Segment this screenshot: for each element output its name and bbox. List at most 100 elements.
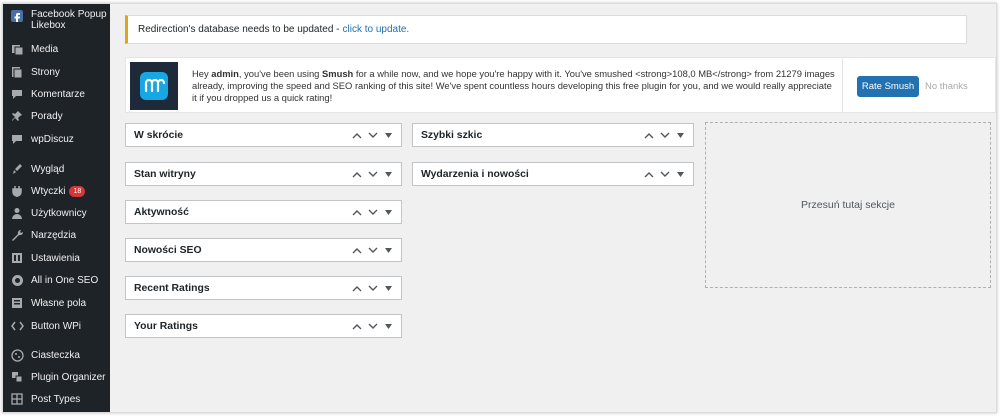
pin-icon <box>10 109 24 123</box>
sidebar-item-wpdiscuz[interactable]: wpDiscuz <box>3 129 110 149</box>
toggle-caret-icon[interactable] <box>383 169 394 180</box>
button-wpi-icon <box>10 319 24 333</box>
sidebar-item-cookies[interactable]: Ciasteczka <box>3 345 110 365</box>
widget-title: Your Ratings <box>134 320 198 332</box>
sidebar-item-label: wpDiscuz <box>31 133 74 145</box>
widget-activity: Aktywność <box>125 200 402 224</box>
sidebar-item-pages[interactable]: Strony <box>3 62 110 82</box>
pages-icon <box>10 65 24 79</box>
move-down-icon[interactable] <box>367 283 378 294</box>
sidebar-item-button-wpi[interactable]: Button WPi <box>3 316 110 336</box>
appearance-icon <box>10 162 24 176</box>
sidebar-item-label: Wtyczki <box>31 185 66 197</box>
sidebar-item-label: All in One SEO <box>31 274 99 286</box>
rate-smush-button[interactable]: Rate Smush <box>857 76 919 97</box>
sidebar-item-comments[interactable]: Komentarze <box>3 84 110 104</box>
sidebar-item-tools[interactable]: Narzędzia <box>3 225 110 245</box>
sidebar-item-label: Własne pola <box>31 297 87 309</box>
sidebar-item-aioseo[interactable]: All in One SEO <box>3 270 110 290</box>
users-icon <box>10 206 24 220</box>
move-down-icon[interactable] <box>367 169 378 180</box>
sidebar-item-label: Post Types <box>31 393 81 405</box>
plugins-update-badge: 18 <box>69 185 86 197</box>
move-up-icon[interactable] <box>351 283 362 294</box>
dropzone-text: Przesuń tutaj sekcje <box>801 199 895 211</box>
smush-user: admin <box>211 68 239 79</box>
move-down-icon[interactable] <box>367 207 378 218</box>
widget-title: Aktywność <box>134 206 189 218</box>
aioseo-icon <box>10 273 24 287</box>
move-up-icon[interactable] <box>351 130 362 141</box>
widget-title: Stan witryny <box>134 168 196 180</box>
toggle-caret-icon[interactable] <box>383 283 394 294</box>
toggle-caret-icon[interactable] <box>675 130 686 141</box>
widget-your-ratings: Your Ratings <box>125 314 402 338</box>
move-up-icon[interactable] <box>351 245 362 256</box>
move-down-icon[interactable] <box>367 321 378 332</box>
sidebar-item-settings[interactable]: Ustawienia <box>3 248 110 268</box>
smush-message: Hey admin, you've been using Smush for a… <box>192 68 837 104</box>
sidebar-item-label: Narzędzia <box>31 229 77 241</box>
sidebar-item-plugins[interactable]: Wtyczki 18 <box>3 181 110 201</box>
toggle-caret-icon[interactable] <box>383 130 394 141</box>
discuz-icon <box>10 132 24 146</box>
smush-divider <box>842 58 843 112</box>
toggle-caret-icon[interactable] <box>383 321 394 332</box>
move-up-icon[interactable] <box>643 169 654 180</box>
smush-hey-text: Hey <box>192 68 212 79</box>
toggle-caret-icon[interactable] <box>383 245 394 256</box>
sidebar-item-label: Porady <box>31 110 63 122</box>
sidebar-item-label: Strony <box>31 66 60 78</box>
sidebar-item-label: Ustawienia <box>31 252 80 264</box>
fb-popup-icon <box>10 9 24 23</box>
sidebar-item-label: Wygląd <box>31 163 65 175</box>
move-down-icon[interactable] <box>367 130 378 141</box>
widget-title: Nowości SEO <box>134 244 202 256</box>
smush-product: Smush <box>322 68 354 79</box>
comments-icon <box>10 87 24 101</box>
move-up-icon[interactable] <box>351 207 362 218</box>
custom-fields-icon <box>10 296 24 310</box>
post-types-icon <box>10 392 24 406</box>
sidebar-item-label: Ciasteczka <box>31 349 80 361</box>
sidebar-item-label: Button WPi <box>31 320 82 332</box>
widget-title: Wydarzenia i nowości <box>421 168 529 180</box>
widget-at-a-glance: W skrócie <box>125 123 402 147</box>
smush-mid-text: , you've been using <box>238 68 322 79</box>
sidebar-item-post-types[interactable]: Post Types <box>3 389 110 409</box>
widget-title: Recent Ratings <box>134 282 210 294</box>
move-down-icon[interactable] <box>367 245 378 256</box>
update-database-link[interactable]: click to update. <box>343 24 410 35</box>
move-down-icon[interactable] <box>659 169 670 180</box>
widget-recent-ratings: Recent Ratings <box>125 276 402 300</box>
sidebar-item-custom-fields[interactable]: Własne pola <box>3 293 110 313</box>
sidebar-item-porady[interactable]: Porady <box>3 106 110 126</box>
sidebar-item-plugin-organizer[interactable]: Plugin Organizer <box>3 367 110 387</box>
sidebar-item-label: Media <box>31 43 59 55</box>
redirection-db-notice: Redirection's database needs to be updat… <box>125 15 967 44</box>
sidebar-item-label: Facebook Popup Likebox <box>31 9 107 31</box>
empty-widget-dropzone[interactable]: Przesuń tutaj sekcje <box>705 122 991 288</box>
sidebar-item-facebook-popup[interactable]: Facebook Popup Likebox <box>3 9 110 37</box>
admin-sidebar: Facebook Popup Likebox Media Strony Kome… <box>3 4 110 412</box>
sidebar-item-appearance[interactable]: Wygląd <box>3 159 110 179</box>
move-down-icon[interactable] <box>659 130 670 141</box>
sidebar-item-label: Plugin Organizer <box>31 371 106 383</box>
plugin-organizer-icon <box>10 370 24 384</box>
toggle-caret-icon[interactable] <box>383 207 394 218</box>
widget-seo-news: Nowości SEO <box>125 238 402 262</box>
smush-rating-notice: Hey admin, you've been using Smush for a… <box>125 57 996 113</box>
sidebar-item-media[interactable]: Media <box>3 39 110 59</box>
move-up-icon[interactable] <box>351 169 362 180</box>
toggle-caret-icon[interactable] <box>675 169 686 180</box>
sidebar-item-users[interactable]: Użytkownicy <box>3 203 110 223</box>
media-icon <box>10 42 24 56</box>
cookie-icon <box>10 348 24 362</box>
widget-events-news: Wydarzenia i nowości <box>412 162 694 186</box>
widget-quick-draft: Szybki szkic <box>412 123 694 147</box>
no-thanks-link[interactable]: No thanks <box>925 81 968 92</box>
move-up-icon[interactable] <box>351 321 362 332</box>
sidebar-item-label: Komentarze <box>31 88 85 100</box>
move-up-icon[interactable] <box>643 130 654 141</box>
plugins-icon <box>10 184 24 198</box>
